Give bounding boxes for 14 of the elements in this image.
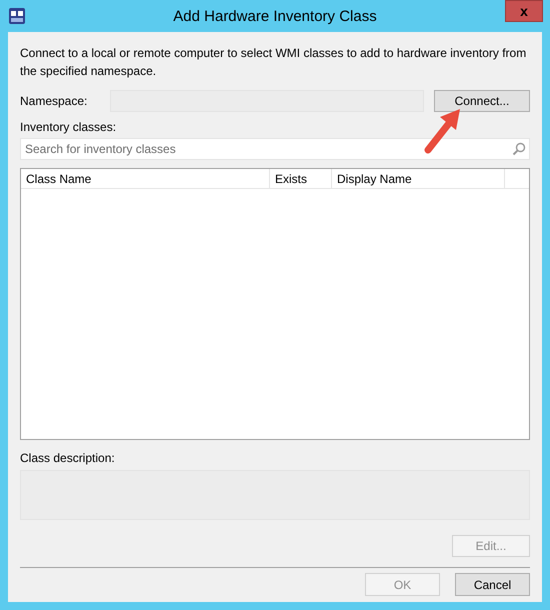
search-icon bbox=[512, 142, 526, 156]
dialog-button[interactable]: Cancel bbox=[455, 573, 530, 596]
search-field[interactable]: Search for inventory classes bbox=[20, 138, 530, 160]
namespace-label: Namespace: bbox=[20, 93, 88, 110]
window-title: Add Hardware Inventory Class bbox=[173, 7, 377, 27]
column-header[interactable]: Class Name bbox=[21, 169, 270, 188]
inventory-classes-label: Inventory classes: bbox=[20, 119, 118, 135]
column-header[interactable]: Exists bbox=[270, 169, 332, 188]
class-table[interactable]: Class Name Exists Display Name bbox=[20, 168, 530, 440]
description-text: Connect to a local or remote computer to select WMI classes to add to hardware inventory from the specified namespace. bbox=[20, 45, 528, 80]
close-button[interactable]: x bbox=[505, 0, 543, 22]
app-icon bbox=[8, 7, 26, 25]
class-description-label: Class description: bbox=[20, 450, 116, 466]
column-header[interactable]: Display Name bbox=[332, 169, 505, 188]
